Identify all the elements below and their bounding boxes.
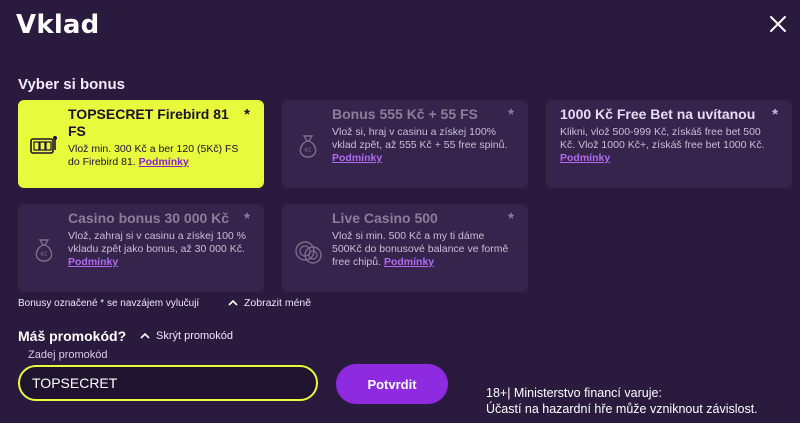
show-less-label: Zobrazit méně	[244, 297, 312, 309]
exclusivity-note: Bonusy označené * se navzájem vylučují	[18, 298, 200, 309]
money-bag-icon: Kč	[299, 135, 317, 158]
terms-link[interactable]: Podmínky	[332, 152, 382, 164]
bonus-description: Vlož, zahraj si v casinu a získej 100 % …	[68, 230, 246, 268]
promo-heading: Máš promokód?	[18, 328, 127, 344]
slot-machine-icon	[30, 136, 57, 154]
warning-line-1: 18+| Ministerstvo financí varuje:	[486, 386, 662, 400]
exclusive-star: *	[772, 106, 778, 123]
exclusive-star: *	[508, 106, 514, 123]
bonus-title: Casino bonus 30 000 Kč	[68, 210, 230, 226]
bonus-title: Bonus 555 Kč + 55 FS	[332, 106, 478, 122]
hide-promo-toggle[interactable]: Skrýt promokód	[140, 330, 233, 342]
bonus-card-freebet[interactable]: * 1000 Kč Free Bet na uvítanou Klikni, v…	[546, 100, 792, 188]
bonus-card-live-casino[interactable]: * Live Casino 500 Vlož si min. 500 Kč a …	[282, 204, 528, 292]
page-title: Vklad	[16, 10, 100, 40]
bonus-card-555[interactable]: Kč * Bonus 555 Kč + 55 FS Vlož si, hraj …	[282, 100, 528, 188]
terms-link[interactable]: Podmínky	[560, 152, 610, 164]
bonus-description: Vlož si, hraj v casinu a získej 100% vkl…	[332, 126, 508, 164]
terms-link[interactable]: Podmínky	[68, 256, 118, 268]
bonus-card-topsecret[interactable]: * TOPSECRET Firebird 81 FS Vlož min. 300…	[18, 100, 264, 188]
casino-chips-icon	[295, 241, 322, 264]
bonus-title: TOPSECRET Firebird 81 FS	[68, 106, 229, 139]
svg-text:Kč: Kč	[40, 251, 47, 258]
close-icon[interactable]	[768, 14, 788, 34]
bonus-title: Live Casino 500	[332, 210, 438, 226]
promo-input-label: Zadej promokód	[28, 349, 108, 361]
terms-link[interactable]: Podmínky	[384, 256, 434, 268]
chevron-up-icon	[140, 332, 150, 339]
bonus-title: 1000 Kč Free Bet na uvítanou	[560, 106, 756, 122]
exclusive-star: *	[508, 210, 514, 227]
terms-link[interactable]: Podmínky	[139, 156, 189, 168]
bonus-description: Klikni, vlož 500-999 Kč, získáš free bet…	[560, 126, 765, 164]
warning-line-2: Účastí na hazardní hře může vzniknout zá…	[486, 402, 758, 416]
exclusive-star: *	[244, 210, 250, 227]
chevron-up-icon	[228, 299, 238, 306]
bonus-description: Vlož min. 300 Kč a ber 120 (5Kč) FS do F…	[68, 143, 239, 168]
exclusive-star: *	[244, 106, 250, 123]
confirm-button[interactable]: Potvrdit	[336, 364, 448, 404]
money-bag-icon: Kč	[35, 239, 53, 262]
hide-promo-label: Skrýt promokód	[156, 330, 234, 342]
bonus-section-label: Vyber si bonus	[18, 76, 125, 93]
gambling-warning: 18+| Ministerstvo financí varuje: Účastí…	[486, 385, 758, 417]
show-less-toggle[interactable]: Zobrazit méně	[228, 297, 311, 309]
svg-text:Kč: Kč	[304, 147, 311, 154]
promo-code-input[interactable]	[18, 365, 318, 401]
bonus-card-casino-30000[interactable]: Kč * Casino bonus 30 000 Kč Vlož, zahraj…	[18, 204, 264, 292]
bonus-description: Vlož si min. 500 Kč a my ti dáme 500Kč d…	[332, 230, 509, 268]
